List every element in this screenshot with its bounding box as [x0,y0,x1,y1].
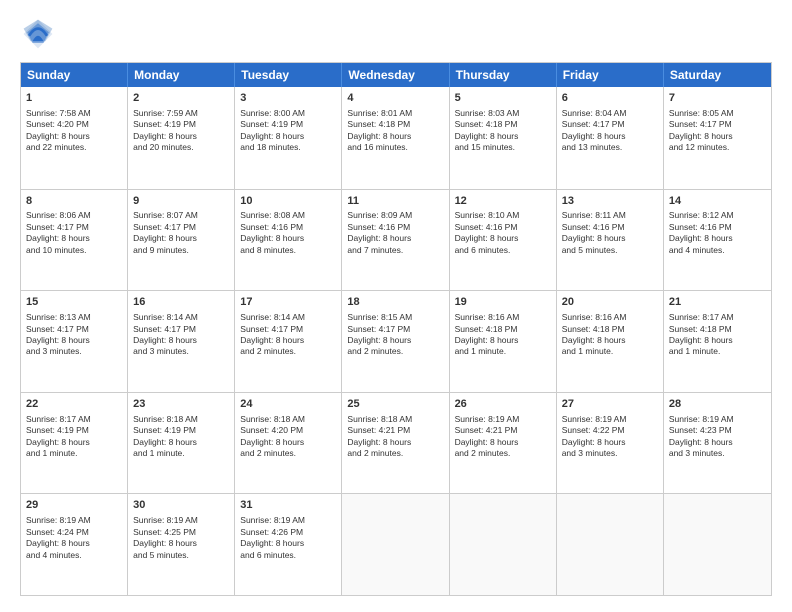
table-row: 30Sunrise: 8:19 AMSunset: 4:25 PMDayligh… [128,494,235,595]
table-row: 21Sunrise: 8:17 AMSunset: 4:18 PMDayligh… [664,291,771,392]
day-number: 18 [347,295,443,310]
day-number: 29 [26,498,122,513]
weekday-header-friday: Friday [557,63,664,87]
day-number: 9 [133,194,229,209]
day-number: 22 [26,397,122,412]
table-row: 12Sunrise: 8:10 AMSunset: 4:16 PMDayligh… [450,190,557,291]
day-number: 26 [455,397,551,412]
table-row [557,494,664,595]
table-row: 29Sunrise: 8:19 AMSunset: 4:24 PMDayligh… [21,494,128,595]
weekday-header-saturday: Saturday [664,63,771,87]
table-row: 4Sunrise: 8:01 AMSunset: 4:18 PMDaylight… [342,87,449,189]
weekday-header-thursday: Thursday [450,63,557,87]
table-row: 6Sunrise: 8:04 AMSunset: 4:17 PMDaylight… [557,87,664,189]
day-number: 16 [133,295,229,310]
table-row: 8Sunrise: 8:06 AMSunset: 4:17 PMDaylight… [21,190,128,291]
day-number: 15 [26,295,122,310]
table-row: 10Sunrise: 8:08 AMSunset: 4:16 PMDayligh… [235,190,342,291]
calendar-row: 1Sunrise: 7:58 AMSunset: 4:20 PMDaylight… [21,87,771,189]
day-number: 17 [240,295,336,310]
day-number: 31 [240,498,336,513]
table-row: 11Sunrise: 8:09 AMSunset: 4:16 PMDayligh… [342,190,449,291]
table-row: 13Sunrise: 8:11 AMSunset: 4:16 PMDayligh… [557,190,664,291]
table-row: 16Sunrise: 8:14 AMSunset: 4:17 PMDayligh… [128,291,235,392]
day-number: 7 [669,91,766,106]
day-number: 19 [455,295,551,310]
table-row: 7Sunrise: 8:05 AMSunset: 4:17 PMDaylight… [664,87,771,189]
day-number: 5 [455,91,551,106]
day-number: 14 [669,194,766,209]
table-row: 3Sunrise: 8:00 AMSunset: 4:19 PMDaylight… [235,87,342,189]
page: SundayMondayTuesdayWednesdayThursdayFrid… [0,0,792,612]
day-number: 1 [26,91,122,106]
table-row: 31Sunrise: 8:19 AMSunset: 4:26 PMDayligh… [235,494,342,595]
calendar-body: 1Sunrise: 7:58 AMSunset: 4:20 PMDaylight… [21,87,771,595]
table-row: 2Sunrise: 7:59 AMSunset: 4:19 PMDaylight… [128,87,235,189]
table-row: 1Sunrise: 7:58 AMSunset: 4:20 PMDaylight… [21,87,128,189]
calendar-header: SundayMondayTuesdayWednesdayThursdayFrid… [21,63,771,87]
logo-icon [20,16,56,52]
calendar: SundayMondayTuesdayWednesdayThursdayFrid… [20,62,772,596]
day-number: 13 [562,194,658,209]
table-row: 27Sunrise: 8:19 AMSunset: 4:22 PMDayligh… [557,393,664,494]
day-number: 12 [455,194,551,209]
day-number: 4 [347,91,443,106]
day-number: 30 [133,498,229,513]
day-number: 11 [347,194,443,209]
table-row: 20Sunrise: 8:16 AMSunset: 4:18 PMDayligh… [557,291,664,392]
table-row: 28Sunrise: 8:19 AMSunset: 4:23 PMDayligh… [664,393,771,494]
table-row: 5Sunrise: 8:03 AMSunset: 4:18 PMDaylight… [450,87,557,189]
table-row: 17Sunrise: 8:14 AMSunset: 4:17 PMDayligh… [235,291,342,392]
table-row: 23Sunrise: 8:18 AMSunset: 4:19 PMDayligh… [128,393,235,494]
calendar-row: 22Sunrise: 8:17 AMSunset: 4:19 PMDayligh… [21,392,771,494]
day-number: 8 [26,194,122,209]
table-row: 19Sunrise: 8:16 AMSunset: 4:18 PMDayligh… [450,291,557,392]
day-number: 21 [669,295,766,310]
table-row: 15Sunrise: 8:13 AMSunset: 4:17 PMDayligh… [21,291,128,392]
day-number: 10 [240,194,336,209]
calendar-row: 29Sunrise: 8:19 AMSunset: 4:24 PMDayligh… [21,493,771,595]
table-row [450,494,557,595]
day-number: 25 [347,397,443,412]
day-number: 23 [133,397,229,412]
table-row: 24Sunrise: 8:18 AMSunset: 4:20 PMDayligh… [235,393,342,494]
weekday-header-monday: Monday [128,63,235,87]
day-number: 28 [669,397,766,412]
table-row [342,494,449,595]
weekday-header-wednesday: Wednesday [342,63,449,87]
header [20,16,772,52]
logo [20,16,60,52]
calendar-row: 15Sunrise: 8:13 AMSunset: 4:17 PMDayligh… [21,290,771,392]
day-number: 6 [562,91,658,106]
weekday-header-tuesday: Tuesday [235,63,342,87]
table-row: 26Sunrise: 8:19 AMSunset: 4:21 PMDayligh… [450,393,557,494]
day-number: 27 [562,397,658,412]
table-row: 14Sunrise: 8:12 AMSunset: 4:16 PMDayligh… [664,190,771,291]
table-row: 22Sunrise: 8:17 AMSunset: 4:19 PMDayligh… [21,393,128,494]
table-row: 9Sunrise: 8:07 AMSunset: 4:17 PMDaylight… [128,190,235,291]
day-number: 2 [133,91,229,106]
table-row: 25Sunrise: 8:18 AMSunset: 4:21 PMDayligh… [342,393,449,494]
day-number: 24 [240,397,336,412]
table-row: 18Sunrise: 8:15 AMSunset: 4:17 PMDayligh… [342,291,449,392]
day-number: 3 [240,91,336,106]
calendar-row: 8Sunrise: 8:06 AMSunset: 4:17 PMDaylight… [21,189,771,291]
weekday-header-sunday: Sunday [21,63,128,87]
day-number: 20 [562,295,658,310]
table-row [664,494,771,595]
